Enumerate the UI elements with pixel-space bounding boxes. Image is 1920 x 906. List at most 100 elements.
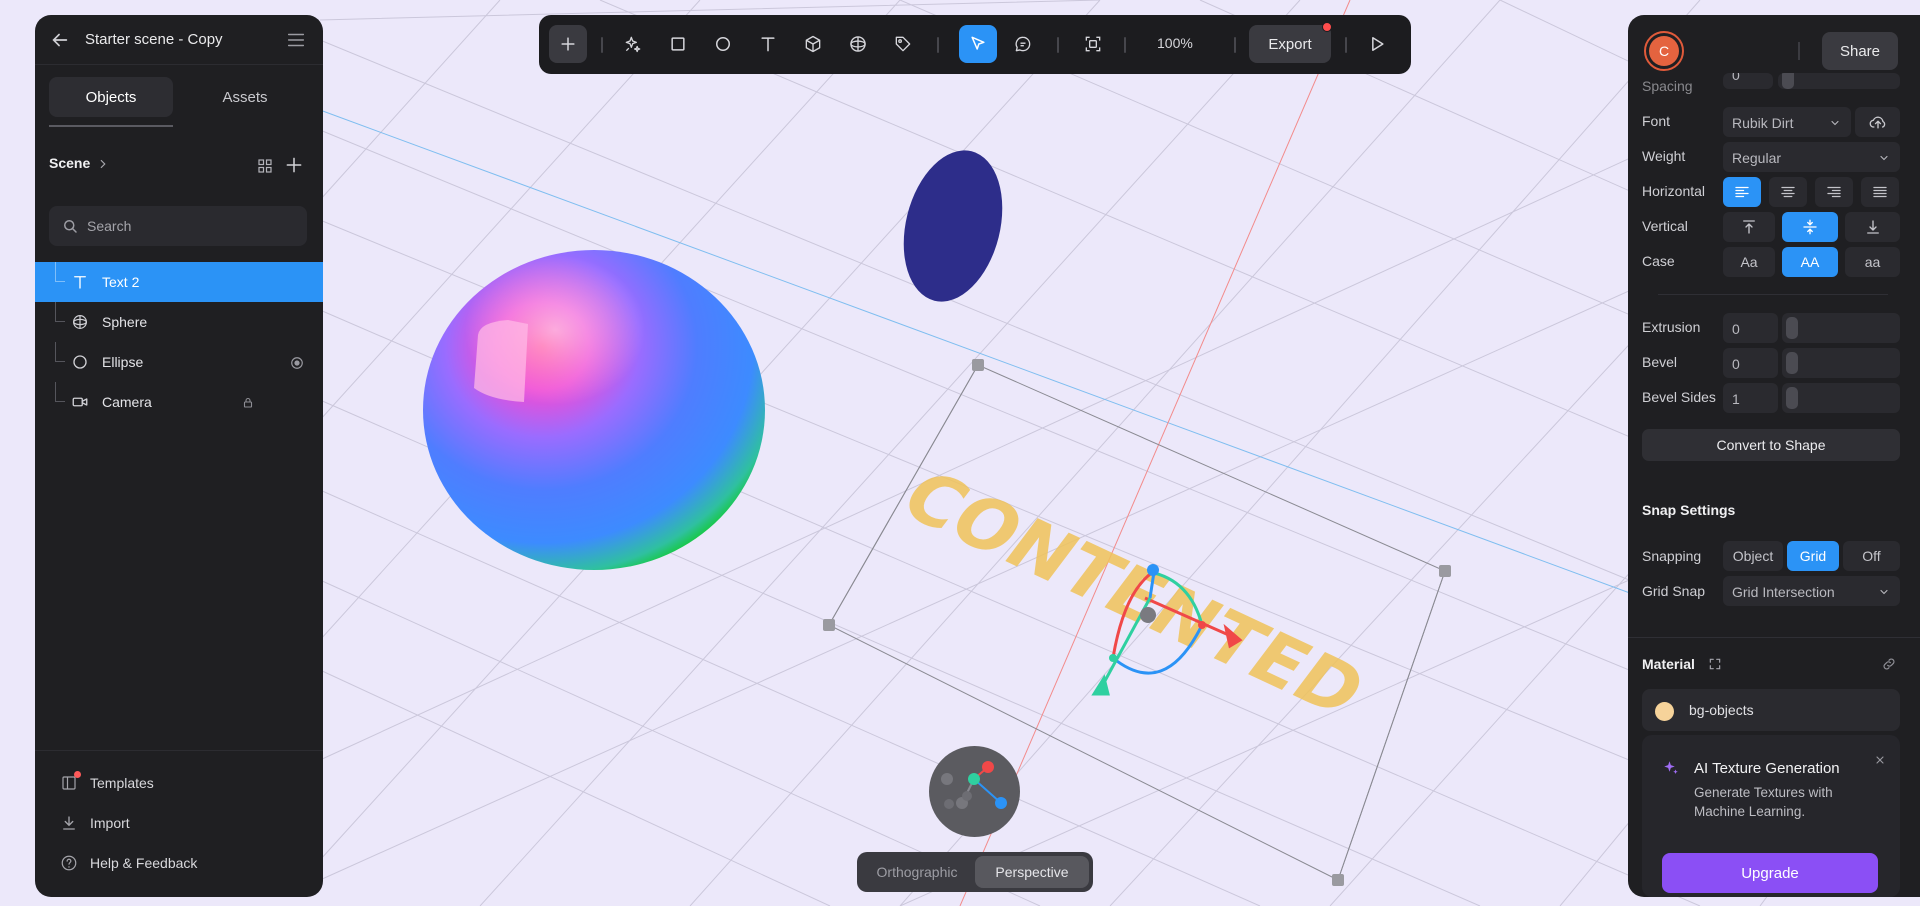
tree-item-label: Text 2 bbox=[102, 274, 140, 290]
gizmo-z-axis[interactable] bbox=[995, 797, 1007, 809]
share-button[interactable]: Share bbox=[1822, 32, 1898, 70]
valign-middle-button[interactable] bbox=[1782, 212, 1838, 242]
text-tool-button[interactable] bbox=[749, 25, 787, 63]
rectangle-tool-button[interactable] bbox=[659, 25, 697, 63]
lock-icon[interactable] bbox=[242, 396, 254, 409]
expand-icon[interactable] bbox=[1708, 657, 1722, 671]
gizmo-y-axis[interactable] bbox=[968, 773, 980, 785]
templates-link[interactable]: Templates bbox=[60, 771, 300, 795]
toolbar-separator bbox=[1234, 37, 1236, 53]
align-right-button[interactable] bbox=[1815, 177, 1853, 207]
snap-grid-button[interactable]: Grid bbox=[1787, 541, 1839, 571]
extrusion-field[interactable]: 0 bbox=[1723, 313, 1778, 343]
ai-magic-tool-button[interactable] bbox=[614, 25, 652, 63]
bevel-field[interactable]: 0 bbox=[1723, 348, 1778, 378]
upload-font-button[interactable] bbox=[1855, 107, 1900, 137]
spacing-slider[interactable] bbox=[1778, 73, 1900, 89]
tree-branch-line bbox=[55, 302, 65, 322]
snap-off-button[interactable]: Off bbox=[1843, 541, 1900, 571]
comment-tool-button[interactable] bbox=[1004, 25, 1042, 63]
add-tool-button[interactable] bbox=[549, 25, 587, 63]
close-icon[interactable] bbox=[1874, 753, 1886, 765]
pen-tool-button[interactable] bbox=[884, 25, 922, 63]
convert-to-shape-button[interactable]: Convert to Shape bbox=[1642, 429, 1900, 461]
valign-bottom-button[interactable] bbox=[1845, 212, 1900, 242]
scene-label[interactable]: Scene bbox=[49, 155, 90, 171]
bevel-sides-field[interactable]: 1 bbox=[1723, 383, 1778, 413]
tree-branch-line bbox=[55, 382, 65, 402]
ellipse-object[interactable] bbox=[889, 140, 1017, 312]
gizmo-x-axis[interactable] bbox=[982, 761, 994, 773]
align-justify-button[interactable] bbox=[1861, 177, 1899, 207]
frame-tool-button[interactable] bbox=[1074, 25, 1112, 63]
snapping-label: Snapping bbox=[1642, 548, 1702, 564]
valign-top-button[interactable] bbox=[1723, 212, 1775, 242]
add-object-icon[interactable] bbox=[284, 155, 304, 175]
bevel-sides-slider[interactable] bbox=[1782, 383, 1900, 413]
zoom-level[interactable]: 100% bbox=[1157, 35, 1193, 51]
cube-tool-button[interactable] bbox=[794, 25, 832, 63]
toolbar-separator bbox=[1345, 37, 1347, 53]
sphere-object[interactable] bbox=[423, 250, 765, 570]
ellipse-tool-button[interactable] bbox=[704, 25, 742, 63]
export-button[interactable]: Export bbox=[1249, 25, 1331, 63]
search-input[interactable] bbox=[87, 206, 297, 246]
gizmo-neg-x-axis[interactable] bbox=[941, 773, 953, 785]
tree-item-label: Sphere bbox=[102, 314, 148, 330]
weight-label: Weight bbox=[1642, 148, 1686, 164]
vertical-label: Vertical bbox=[1642, 218, 1688, 234]
case-upper-button[interactable]: AA bbox=[1782, 247, 1838, 277]
help-feedback-link[interactable]: Help & Feedback bbox=[60, 851, 300, 875]
import-link[interactable]: Import bbox=[60, 811, 300, 835]
project-title[interactable]: Starter scene - Copy bbox=[85, 31, 223, 48]
tree-item-sphere[interactable]: Sphere bbox=[35, 302, 323, 342]
avatar[interactable]: C bbox=[1644, 31, 1684, 71]
chevron-right-icon[interactable] bbox=[96, 157, 110, 171]
select-tool-button[interactable] bbox=[959, 25, 997, 63]
tree-item-label: Ellipse bbox=[102, 354, 144, 370]
case-lower-button[interactable]: aa bbox=[1845, 247, 1900, 277]
font-label: Font bbox=[1642, 113, 1671, 129]
panel-tabs: Objects Assets bbox=[49, 77, 309, 121]
chevron-down-icon bbox=[1878, 585, 1890, 597]
grid-snap-select[interactable]: Grid Intersection bbox=[1723, 576, 1900, 606]
tab-assets[interactable]: Assets bbox=[183, 77, 307, 117]
play-button[interactable] bbox=[1358, 25, 1396, 63]
horizontal-label: Horizontal bbox=[1642, 183, 1706, 199]
back-arrow-icon[interactable] bbox=[49, 29, 71, 51]
sphere-tool-button[interactable] bbox=[839, 25, 877, 63]
upgrade-button[interactable]: Upgrade bbox=[1662, 853, 1878, 893]
perspective-option[interactable]: Perspective bbox=[975, 856, 1089, 888]
snap-object-button[interactable]: Object bbox=[1723, 541, 1783, 571]
ai-card-title: AI Texture Generation bbox=[1694, 760, 1840, 777]
align-center-button[interactable] bbox=[1769, 177, 1807, 207]
align-left-button[interactable] bbox=[1723, 177, 1761, 207]
slider-knob[interactable] bbox=[1786, 352, 1798, 374]
projection-toggle: Orthographic Perspective bbox=[857, 852, 1093, 892]
orthographic-option[interactable]: Orthographic bbox=[861, 856, 973, 888]
tree-item-camera[interactable]: Camera bbox=[35, 382, 323, 422]
font-select[interactable]: Rubik Dirt bbox=[1723, 107, 1851, 137]
tree-item-ellipse[interactable]: Ellipse bbox=[35, 342, 323, 382]
target-icon[interactable] bbox=[290, 356, 304, 370]
menu-icon[interactable] bbox=[285, 29, 307, 51]
frame-icon bbox=[1085, 36, 1101, 52]
grid-view-icon[interactable] bbox=[256, 157, 274, 175]
slider-knob[interactable] bbox=[1786, 387, 1798, 409]
orientation-gizmo[interactable] bbox=[929, 746, 1020, 837]
spacing-field[interactable]: 0 bbox=[1723, 73, 1773, 89]
text-icon bbox=[71, 273, 89, 291]
slider-knob[interactable] bbox=[1786, 317, 1798, 339]
tree-item-text-2[interactable]: Text 2 bbox=[35, 262, 323, 302]
unlink-icon[interactable] bbox=[1881, 656, 1897, 672]
tab-objects[interactable]: Objects bbox=[49, 77, 173, 117]
material-item[interactable]: bg-objects bbox=[1642, 689, 1900, 731]
case-title-button[interactable]: Aa bbox=[1723, 247, 1775, 277]
extrusion-slider[interactable] bbox=[1782, 313, 1900, 343]
cube-icon bbox=[805, 35, 821, 53]
bevel-sides-label: Bevel Sides bbox=[1642, 389, 1716, 405]
gizmo-neg-z-axis[interactable] bbox=[962, 791, 972, 801]
gizmo-extra-axis[interactable] bbox=[944, 799, 954, 809]
bevel-slider[interactable] bbox=[1782, 348, 1900, 378]
weight-select[interactable]: Regular bbox=[1723, 142, 1900, 172]
